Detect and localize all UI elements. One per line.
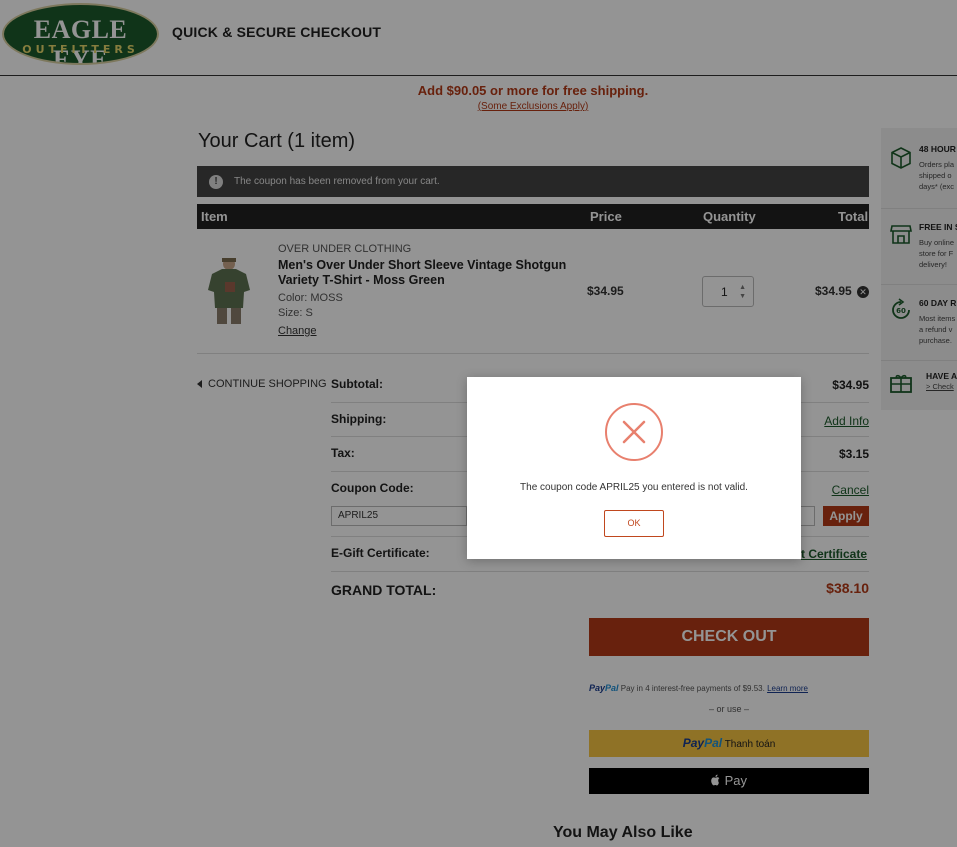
- error-message: The coupon code APRIL25 you entered is n…: [520, 482, 748, 493]
- checkout-page: EAGLE EYE OUTFITTERS QUICK & SECURE CHEC…: [0, 0, 957, 847]
- ok-button[interactable]: OK: [604, 510, 664, 537]
- error-x-icon: [605, 403, 663, 461]
- error-dialog: The coupon code APRIL25 you entered is n…: [467, 377, 801, 559]
